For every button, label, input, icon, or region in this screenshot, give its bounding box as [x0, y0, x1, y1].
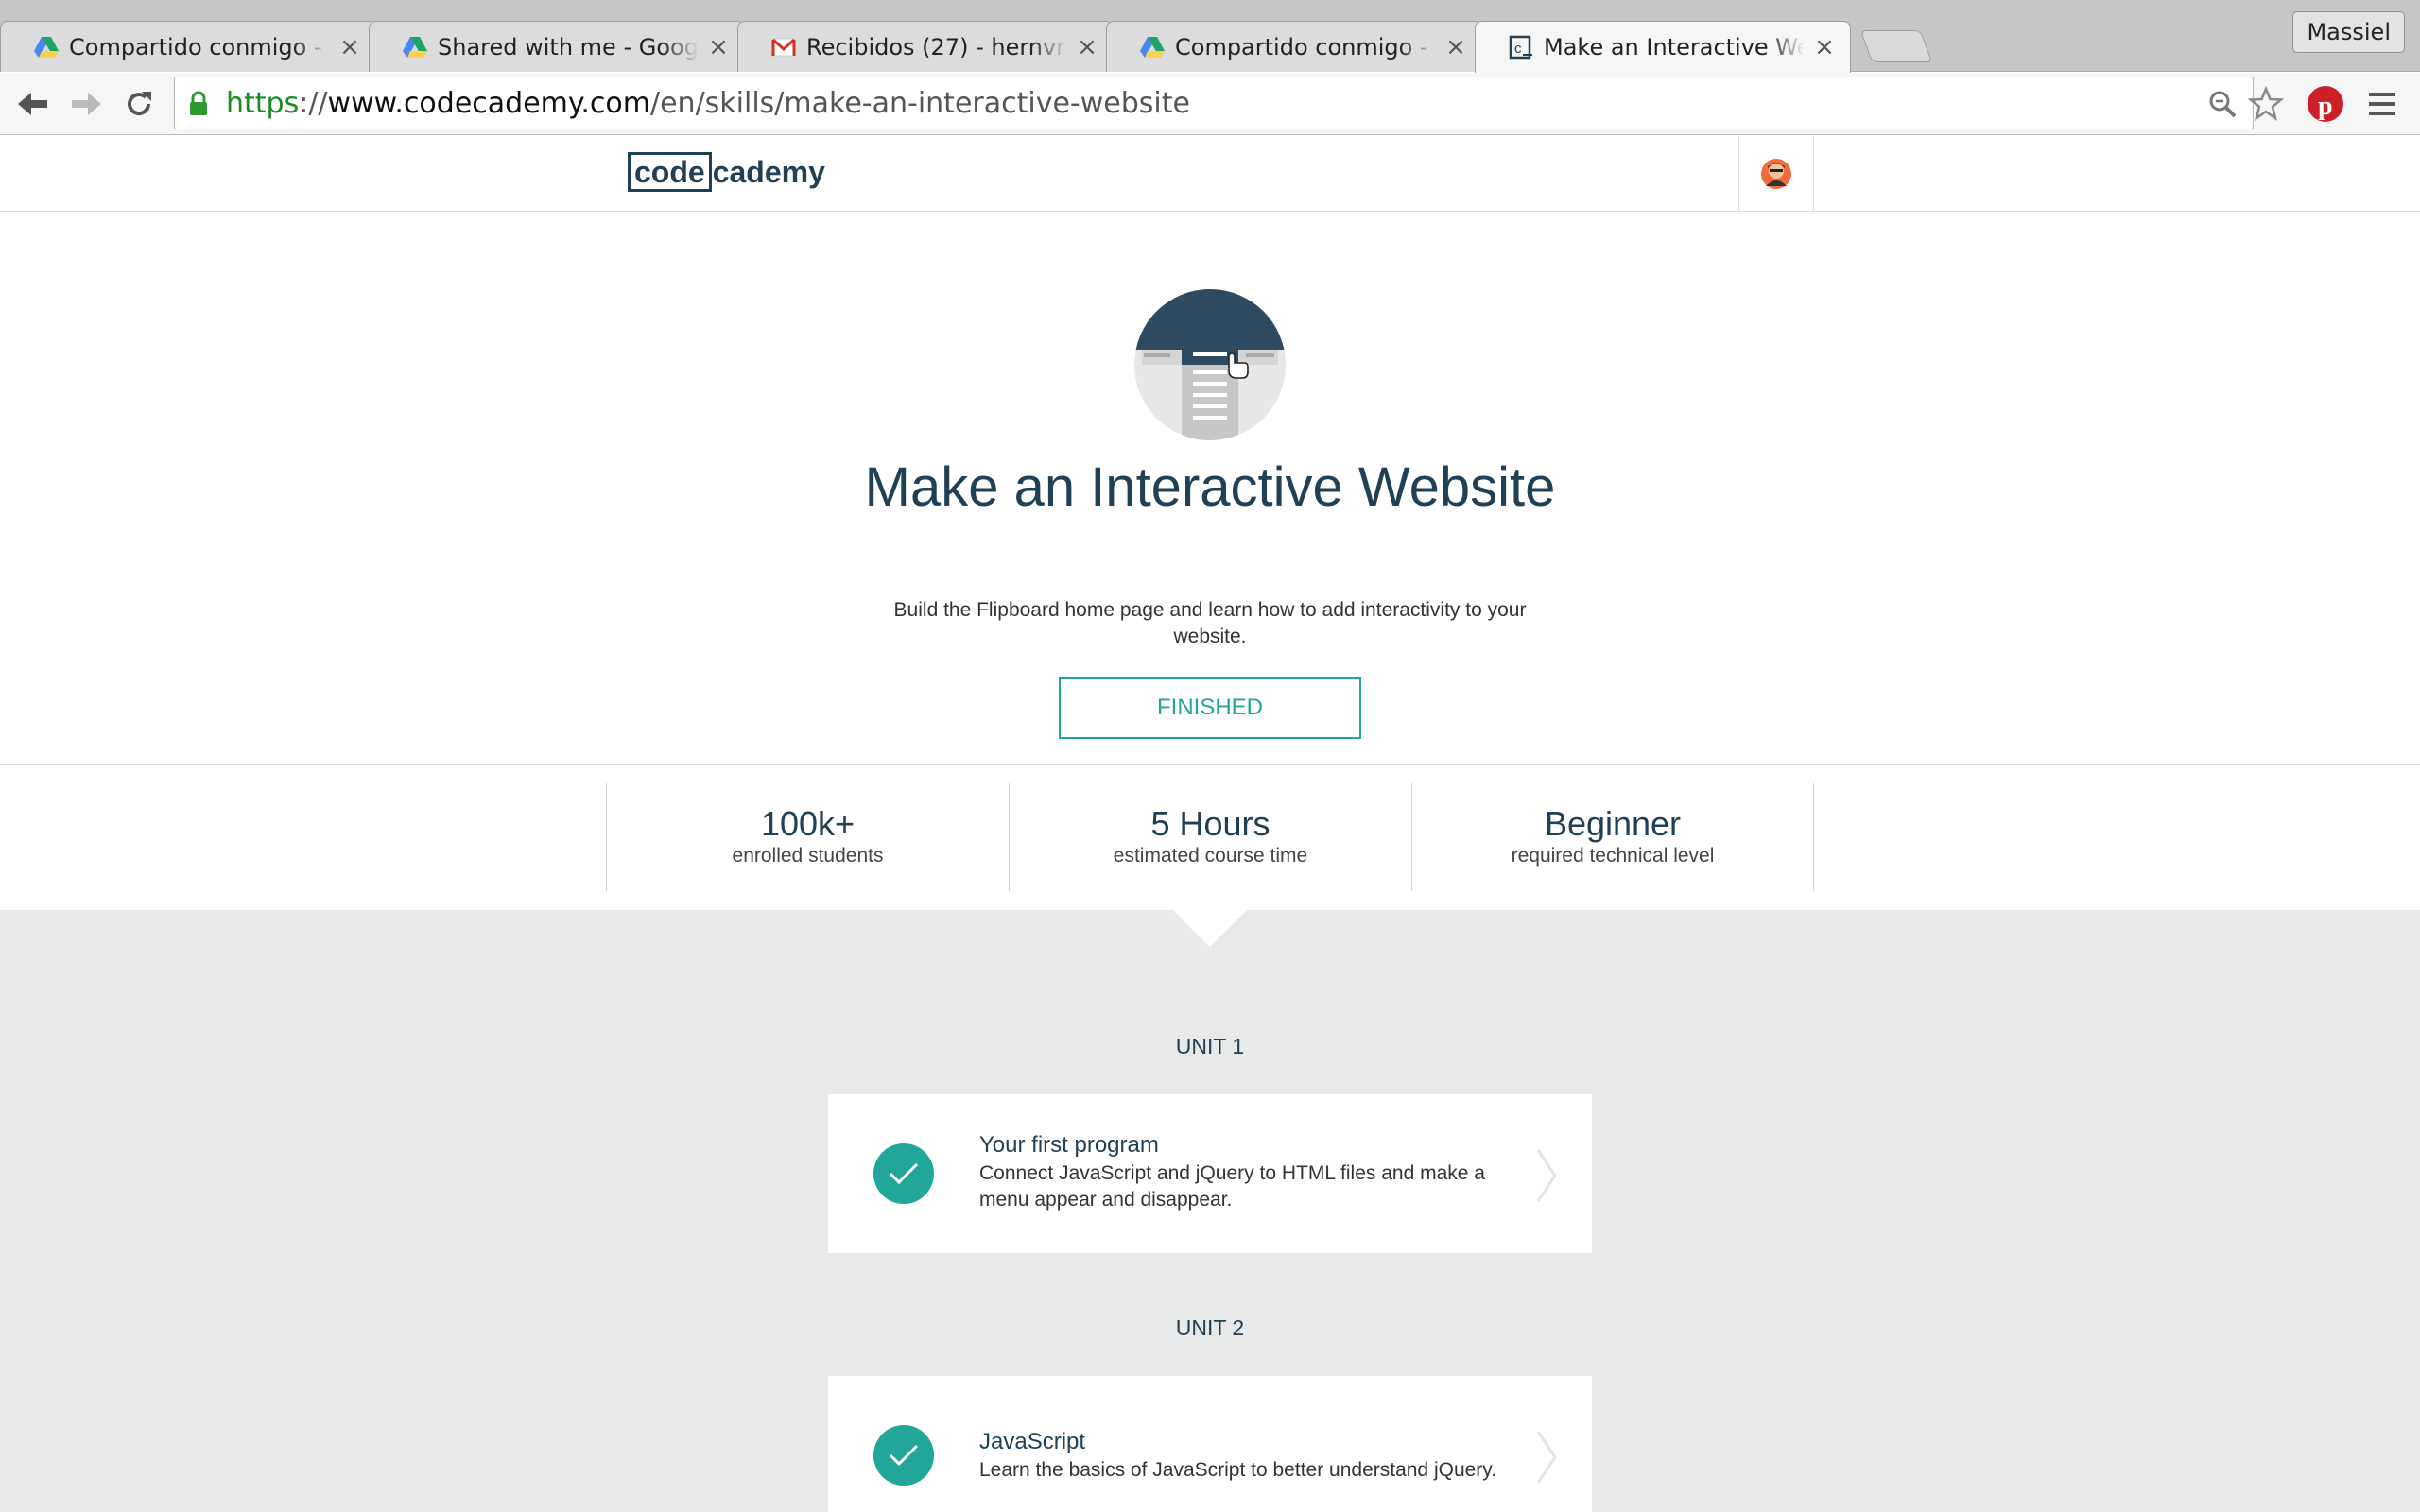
- url-separator: ://: [299, 87, 328, 120]
- menu-icon[interactable]: [2367, 90, 2397, 118]
- url-path: /en/skills/make-an-interactive-website: [649, 87, 1190, 120]
- stat-value: 5 Hours: [1150, 804, 1270, 843]
- url-text: https://www.codecademy.com/en/skills/mak…: [226, 87, 1190, 120]
- lesson-description: Connect JavaScript and jQuery to HTML fi…: [979, 1162, 1485, 1211]
- chevron-right-icon: [1536, 1149, 1557, 1202]
- back-button[interactable]: [13, 84, 53, 124]
- logo-box-text: code: [628, 152, 712, 192]
- stat-level: Beginner required technical level: [1411, 783, 1814, 891]
- forward-button[interactable]: [66, 84, 106, 124]
- browser-toolbar: https://www.codecademy.com/en/skills/mak…: [0, 73, 2420, 135]
- svg-text:c: c: [1514, 41, 1522, 57]
- google-drive-icon: [403, 36, 427, 58]
- tab-title: Compartido conmigo - Go: [69, 33, 330, 60]
- close-icon[interactable]: ×: [337, 33, 362, 61]
- stat-label: enrolled students: [732, 845, 884, 867]
- unit-label: UNIT 1: [1175, 1034, 1245, 1058]
- browser-tab[interactable]: Shared with me - Google D ×: [369, 21, 745, 72]
- tab-title: Compartido conmigo - Go: [1175, 33, 1436, 60]
- reload-icon: [128, 92, 151, 116]
- google-drive-icon: [34, 36, 59, 58]
- stat-course-time: 5 Hours estimated course time: [1009, 783, 1411, 891]
- course-icon: [1134, 289, 1286, 440]
- lock-icon: [190, 91, 207, 115]
- stat-label: estimated course time: [1113, 845, 1308, 867]
- gmail-icon: [771, 38, 796, 56]
- google-drive-icon: [1140, 36, 1165, 58]
- finished-button[interactable]: FINISHED: [1059, 677, 1361, 739]
- svg-text:p: p: [2318, 92, 2333, 121]
- chevron-right-icon: [1536, 1431, 1557, 1484]
- close-icon[interactable]: ×: [1812, 33, 1837, 61]
- stat-label: required technical level: [1511, 845, 1715, 867]
- pinterest-icon[interactable]: p: [2307, 85, 2344, 123]
- reload-button[interactable]: [119, 84, 159, 124]
- logo-text: cademy: [712, 154, 825, 189]
- codecademy-icon: c: [1509, 35, 1532, 60]
- codecademy-logo[interactable]: code cademy: [628, 149, 825, 195]
- zoom-icon[interactable]: [2207, 89, 2238, 119]
- tab-title: Shared with me - Google D: [438, 33, 699, 60]
- browser-tab[interactable]: Compartido conmigo - Go ×: [1106, 21, 1482, 72]
- browser-tabstrip: Compartido conmigo - Go × Shared with me…: [0, 0, 2420, 73]
- profile-button[interactable]: Massiel: [2292, 11, 2405, 53]
- lesson-title: Your first program: [979, 1132, 1159, 1158]
- lesson-card[interactable]: JavaScript Learn the basics of JavaScrip…: [828, 1376, 1592, 1512]
- user-menu[interactable]: [1738, 136, 1814, 212]
- lesson-card[interactable]: Your first program Connect JavaScript an…: [828, 1094, 1592, 1253]
- arrow-left-icon: [18, 93, 47, 115]
- address-bar[interactable]: https://www.codecademy.com/en/skills/mak…: [174, 77, 2254, 129]
- stat-value: 100k+: [760, 804, 856, 843]
- course-description: Build the Flipboard home page and learn …: [893, 599, 1527, 647]
- avatar: [1761, 159, 1791, 189]
- stat-value: Beginner: [1544, 804, 1682, 843]
- completed-check-icon: [873, 1143, 934, 1204]
- site-header: code cademy: [0, 136, 2420, 212]
- url-scheme: https: [226, 87, 300, 120]
- lesson-description: Learn the basics of JavaScript to better…: [979, 1459, 1497, 1481]
- url-host: www.codecademy.com: [327, 87, 650, 120]
- close-icon[interactable]: ×: [1075, 33, 1099, 61]
- close-icon[interactable]: ×: [706, 33, 731, 61]
- browser-tab[interactable]: Compartido conmigo - Go ×: [0, 21, 376, 72]
- star-icon[interactable]: [2248, 86, 2284, 122]
- tab-title: Recibidos (27) - hernvndez: [806, 33, 1067, 60]
- browser-tab[interactable]: Recibidos (27) - hernvndez ×: [737, 21, 1114, 72]
- close-icon[interactable]: ×: [1443, 33, 1468, 61]
- stat-students: 100k+ enrolled students: [606, 783, 1009, 891]
- new-tab-button[interactable]: [1859, 30, 1933, 62]
- completed-check-icon: [873, 1425, 934, 1486]
- lesson-title: JavaScript: [979, 1429, 1086, 1454]
- arrow-right-icon: [72, 93, 101, 115]
- divider: [0, 764, 2420, 765]
- unit-label: UNIT 2: [1175, 1315, 1245, 1340]
- tab-title: Make an Interactive Websit: [1544, 34, 1805, 60]
- page-title: Make an Interactive Website: [864, 456, 1556, 518]
- section-notch: [1172, 909, 1248, 947]
- browser-tab-active[interactable]: c Make an Interactive Websit ×: [1475, 21, 1851, 73]
